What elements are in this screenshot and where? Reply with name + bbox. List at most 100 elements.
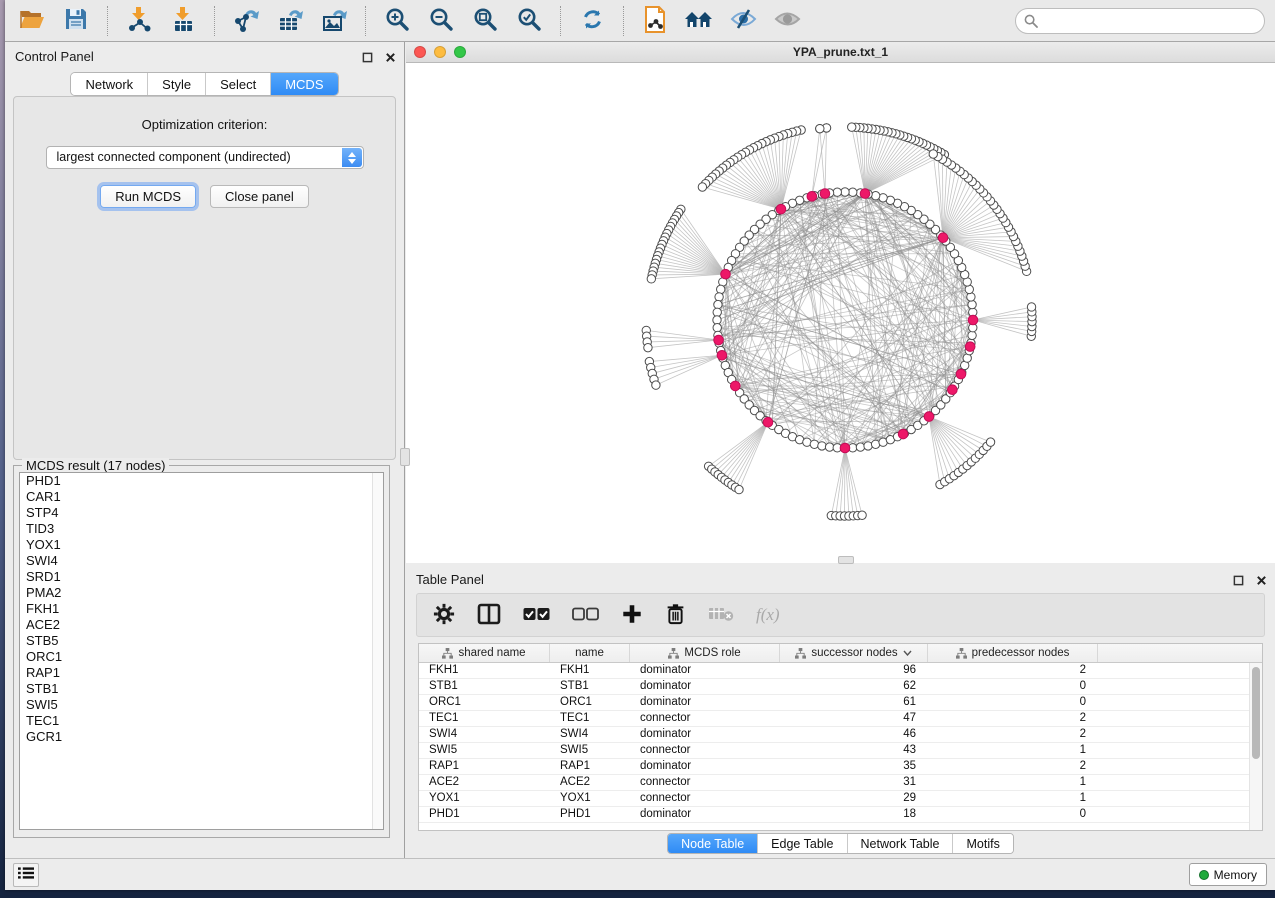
graph-hub-node[interactable] — [776, 204, 786, 214]
select-all-button[interactable] — [523, 607, 550, 624]
tab-node-table[interactable]: Node Table — [668, 834, 757, 853]
list-item[interactable]: PHD1 — [20, 473, 383, 489]
tab-select[interactable]: Select — [205, 73, 270, 95]
zoom-in-button[interactable] — [380, 5, 414, 37]
list-item[interactable]: ACE2 — [20, 617, 383, 633]
delete-button[interactable] — [665, 602, 686, 628]
memory-button[interactable]: Memory — [1189, 863, 1267, 886]
table-row[interactable]: TEC1TEC1connector472 — [419, 711, 1262, 727]
export-image-button[interactable] — [317, 5, 351, 37]
list-item[interactable]: PMA2 — [20, 585, 383, 601]
table-row[interactable]: ORC1ORC1dominator610 — [419, 695, 1262, 711]
horizontal-split-handle[interactable] — [838, 556, 854, 564]
close-panel-icon[interactable] — [385, 50, 396, 68]
graph-node[interactable] — [647, 275, 655, 283]
table-settings-button[interactable] — [433, 603, 455, 628]
tab-edge-table[interactable]: Edge Table — [757, 834, 846, 853]
graph-node[interactable] — [698, 183, 706, 191]
graph-node[interactable] — [717, 285, 725, 293]
show-columns-button[interactable] — [477, 603, 501, 628]
column-header-mcds-role[interactable]: MCDS role — [630, 644, 780, 662]
column-header-shared-name[interactable]: shared name — [419, 644, 550, 662]
graph-node[interactable] — [929, 150, 937, 158]
list-item[interactable]: FKH1 — [20, 601, 383, 617]
graph-hub-node[interactable] — [717, 350, 727, 360]
tab-mcds[interactable]: MCDS — [270, 73, 337, 95]
zoom-fit-button[interactable] — [468, 5, 502, 37]
graph-node[interactable] — [652, 381, 660, 389]
graph-node[interactable] — [849, 188, 857, 196]
list-item[interactable]: SWI5 — [20, 697, 383, 713]
deselect-all-button[interactable] — [572, 607, 599, 624]
graph-node[interactable] — [968, 300, 976, 308]
network-canvas[interactable] — [406, 63, 1275, 563]
list-item[interactable]: TEC1 — [20, 713, 383, 729]
graph-node[interactable] — [833, 188, 841, 196]
list-item[interactable]: TID3 — [20, 521, 383, 537]
graph-node[interactable] — [713, 316, 721, 324]
run-mcds-button[interactable]: Run MCDS — [100, 185, 196, 208]
function-builder-button[interactable]: f(x) — [756, 605, 780, 625]
graph-node[interactable] — [856, 443, 864, 451]
close-panel-button[interactable]: Close panel — [210, 185, 309, 208]
export-network-button[interactable] — [229, 5, 263, 37]
float-panel-icon[interactable] — [1233, 573, 1244, 591]
optimization-criterion-dropdown[interactable]: largest connected component (undirected) — [46, 146, 364, 169]
vertical-split-handle[interactable] — [400, 448, 410, 466]
graph-hub-node[interactable] — [714, 335, 724, 345]
column-header-predecessor-nodes[interactable]: predecessor nodes — [928, 644, 1098, 662]
homes-button[interactable] — [682, 5, 716, 37]
graph-node[interactable] — [810, 440, 818, 448]
table-row[interactable]: YOX1YOX1connector291 — [419, 791, 1262, 807]
save-session-button[interactable] — [59, 5, 93, 37]
graph-node[interactable] — [735, 485, 743, 493]
column-header-successor-nodes[interactable]: successor nodes — [780, 644, 928, 662]
delete-table-button[interactable] — [708, 605, 734, 625]
zoom-selected-button[interactable] — [512, 5, 546, 37]
graph-node[interactable] — [986, 438, 994, 446]
import-network-button[interactable] — [122, 5, 156, 37]
graph-hub-node[interactable] — [965, 342, 975, 352]
task-history-button[interactable] — [13, 863, 39, 887]
graph-node[interactable] — [1027, 303, 1035, 311]
graph-hub-node[interactable] — [840, 443, 850, 453]
table-row[interactable]: ACE2ACE2connector311 — [419, 775, 1262, 791]
table-row[interactable]: SWI4SWI4dominator462 — [419, 727, 1262, 743]
tab-network[interactable]: Network — [71, 73, 147, 95]
graph-node[interactable] — [968, 331, 976, 339]
list-item[interactable]: STB1 — [20, 681, 383, 697]
show-all-button[interactable] — [770, 5, 804, 37]
graph-node[interactable] — [864, 442, 872, 450]
table-scrollbar-thumb[interactable] — [1252, 667, 1260, 759]
graph-hub-node[interactable] — [924, 412, 934, 422]
list-scrollbar[interactable] — [372, 473, 383, 829]
list-item[interactable]: CAR1 — [20, 489, 383, 505]
hide-selected-button[interactable] — [726, 5, 760, 37]
tab-style[interactable]: Style — [147, 73, 205, 95]
open-file-button[interactable] — [15, 5, 49, 37]
table-scrollbar[interactable] — [1249, 663, 1262, 830]
add-column-button[interactable] — [621, 603, 643, 628]
list-item[interactable]: GCR1 — [20, 729, 383, 745]
graph-hub-node[interactable] — [968, 315, 978, 325]
table-row[interactable]: SWI5SWI5connector431 — [419, 743, 1262, 759]
search-input[interactable] — [1015, 8, 1265, 34]
new-network-from-selection-button[interactable] — [638, 5, 672, 37]
graph-hub-node[interactable] — [956, 369, 966, 379]
graph-node[interactable] — [841, 188, 849, 196]
graph-node[interactable] — [715, 293, 723, 301]
list-item[interactable]: STB5 — [20, 633, 383, 649]
list-item[interactable]: SRD1 — [20, 569, 383, 585]
graph-node[interactable] — [871, 192, 879, 200]
refresh-button[interactable] — [575, 5, 609, 37]
tab-motifs[interactable]: Motifs — [952, 834, 1012, 853]
graph-node[interactable] — [714, 300, 722, 308]
close-panel-icon[interactable] — [1256, 573, 1267, 591]
table-row[interactable]: STB1STB1dominator620 — [419, 679, 1262, 695]
graph-node[interactable] — [816, 124, 824, 132]
graph-node[interactable] — [818, 442, 826, 450]
list-item[interactable]: SWI4 — [20, 553, 383, 569]
graph-hub-node[interactable] — [898, 429, 908, 439]
table-row[interactable]: FKH1FKH1dominator962 — [419, 663, 1262, 679]
zoom-out-button[interactable] — [424, 5, 458, 37]
